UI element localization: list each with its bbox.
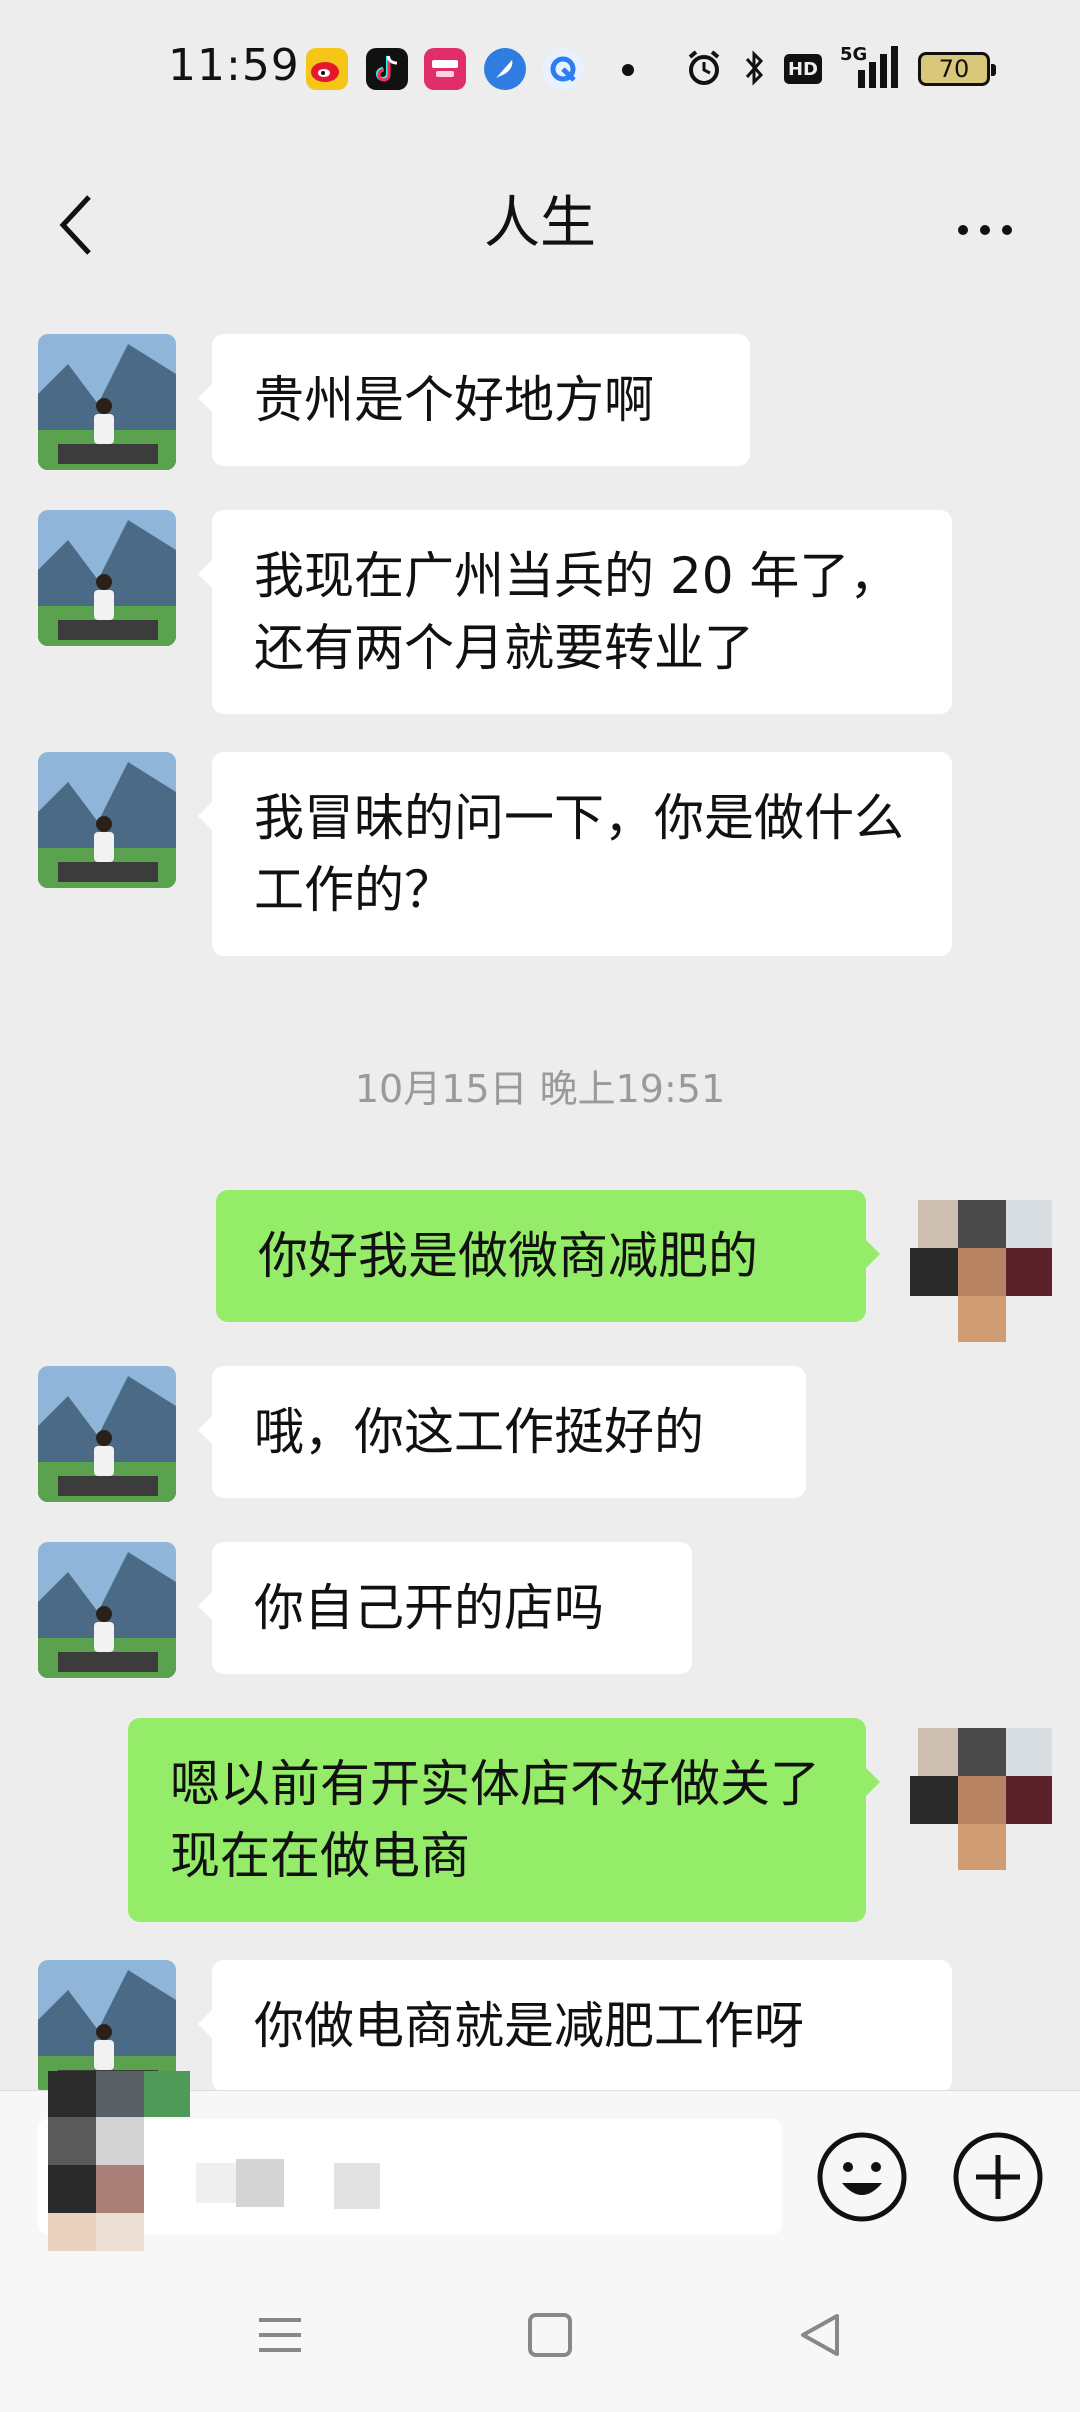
message-text: 哦，你这工作挺好的 <box>254 1403 704 1461</box>
message-text: 你好我是做微商减肥的 <box>258 1227 758 1285</box>
message-bubble-incoming[interactable]: 贵州是个好地方啊 <box>198 334 750 466</box>
plus-circle-icon <box>953 2132 1043 2222</box>
weibo-icon <box>306 48 348 90</box>
back-button[interactable] <box>40 180 110 270</box>
message-text: 你自己开的店吗 <box>254 1579 604 1637</box>
battery-level: 70 <box>938 55 970 83</box>
emoji-button[interactable] <box>816 2131 908 2223</box>
alarm-icon <box>682 46 726 90</box>
square-icon <box>528 2313 572 2357</box>
more-functions-button[interactable] <box>952 2131 1044 2223</box>
more-dot-icon <box>980 225 990 235</box>
more-dot-icon <box>958 225 968 235</box>
message-bubble-incoming[interactable]: 你自己开的店吗 <box>198 1542 692 1674</box>
menu-lines-icon <box>259 2318 301 2352</box>
bluetooth-icon <box>740 46 770 90</box>
message-bubble-incoming[interactable]: 你做电商就是减肥工作呀 <box>198 1960 952 2090</box>
voice-button[interactable] <box>44 2051 194 2251</box>
message-text: 嗯以前有开实体店不好做关了现在在做电商 <box>170 1755 820 1885</box>
tiktok-icon <box>366 48 408 90</box>
contact-avatar[interactable] <box>38 334 176 470</box>
battery-icon: 70 <box>918 52 996 86</box>
smiley-icon <box>817 2132 907 2222</box>
feather-app-icon <box>484 48 526 90</box>
contact-avatar[interactable] <box>38 1542 176 1678</box>
chat-title: 人生 <box>484 191 596 256</box>
system-navigation-bar <box>0 2260 1080 2412</box>
triangle-back-icon <box>801 2314 839 2356</box>
more-dot-icon <box>1002 225 1012 235</box>
chevron-left-icon <box>59 195 91 255</box>
message-text: 我冒昧的问一下，你是做什么工作的？ <box>254 789 904 919</box>
message-bubble-incoming[interactable]: 哦，你这工作挺好的 <box>198 1366 806 1498</box>
message-text: 我现在广州当兵的 20 年了，还有两个月就要转业了 <box>254 547 900 677</box>
status-bar: 11:59 HD 5G 70 <box>0 0 1080 140</box>
timestamp-separator: 10月15日 晚上19:51 <box>354 1067 726 1111</box>
message-bubble-outgoing[interactable]: 嗯以前有开实体店不好做关了现在在做电商 <box>128 1718 880 1922</box>
self-avatar[interactable] <box>906 1728 1052 1870</box>
message-bubble-incoming[interactable]: 我冒昧的问一下，你是做什么工作的？ <box>198 752 952 956</box>
hd-voice-icon: HD <box>784 54 822 84</box>
message-bubble-outgoing[interactable]: 你好我是做微商减肥的 <box>216 1190 880 1322</box>
home-button[interactable] <box>510 2300 590 2370</box>
self-avatar[interactable] <box>906 1200 1052 1342</box>
notification-dot <box>622 64 634 76</box>
redacted-draft-placeholder <box>196 2159 380 2209</box>
more-options-button[interactable] <box>940 200 1030 260</box>
message-list[interactable]: 贵州是个好地方啊 我现在广州当兵的 20 年了，还有两个月就要转业了 我冒昧的问… <box>0 320 1080 2090</box>
system-back-button[interactable] <box>780 2300 860 2370</box>
browser-icon <box>542 48 584 90</box>
contact-avatar[interactable] <box>38 752 176 888</box>
message-text: 贵州是个好地方啊 <box>254 371 654 429</box>
message-text: 你做电商就是减肥工作呀 <box>254 1997 804 2055</box>
input-bar <box>0 2071 1080 2260</box>
pinduoduo-icon <box>424 48 466 90</box>
message-bubble-incoming[interactable]: 我现在广州当兵的 20 年了，还有两个月就要转业了 <box>198 510 952 714</box>
signal-5g-icon: 5G <box>836 44 906 92</box>
chat-header: 人生 <box>0 140 1080 330</box>
recent-apps-button[interactable] <box>240 2300 320 2370</box>
status-time: 11:59 <box>168 40 300 91</box>
contact-avatar[interactable] <box>38 1366 176 1502</box>
pixelated-avatar-icon <box>48 2071 190 2251</box>
contact-avatar[interactable] <box>38 510 176 646</box>
